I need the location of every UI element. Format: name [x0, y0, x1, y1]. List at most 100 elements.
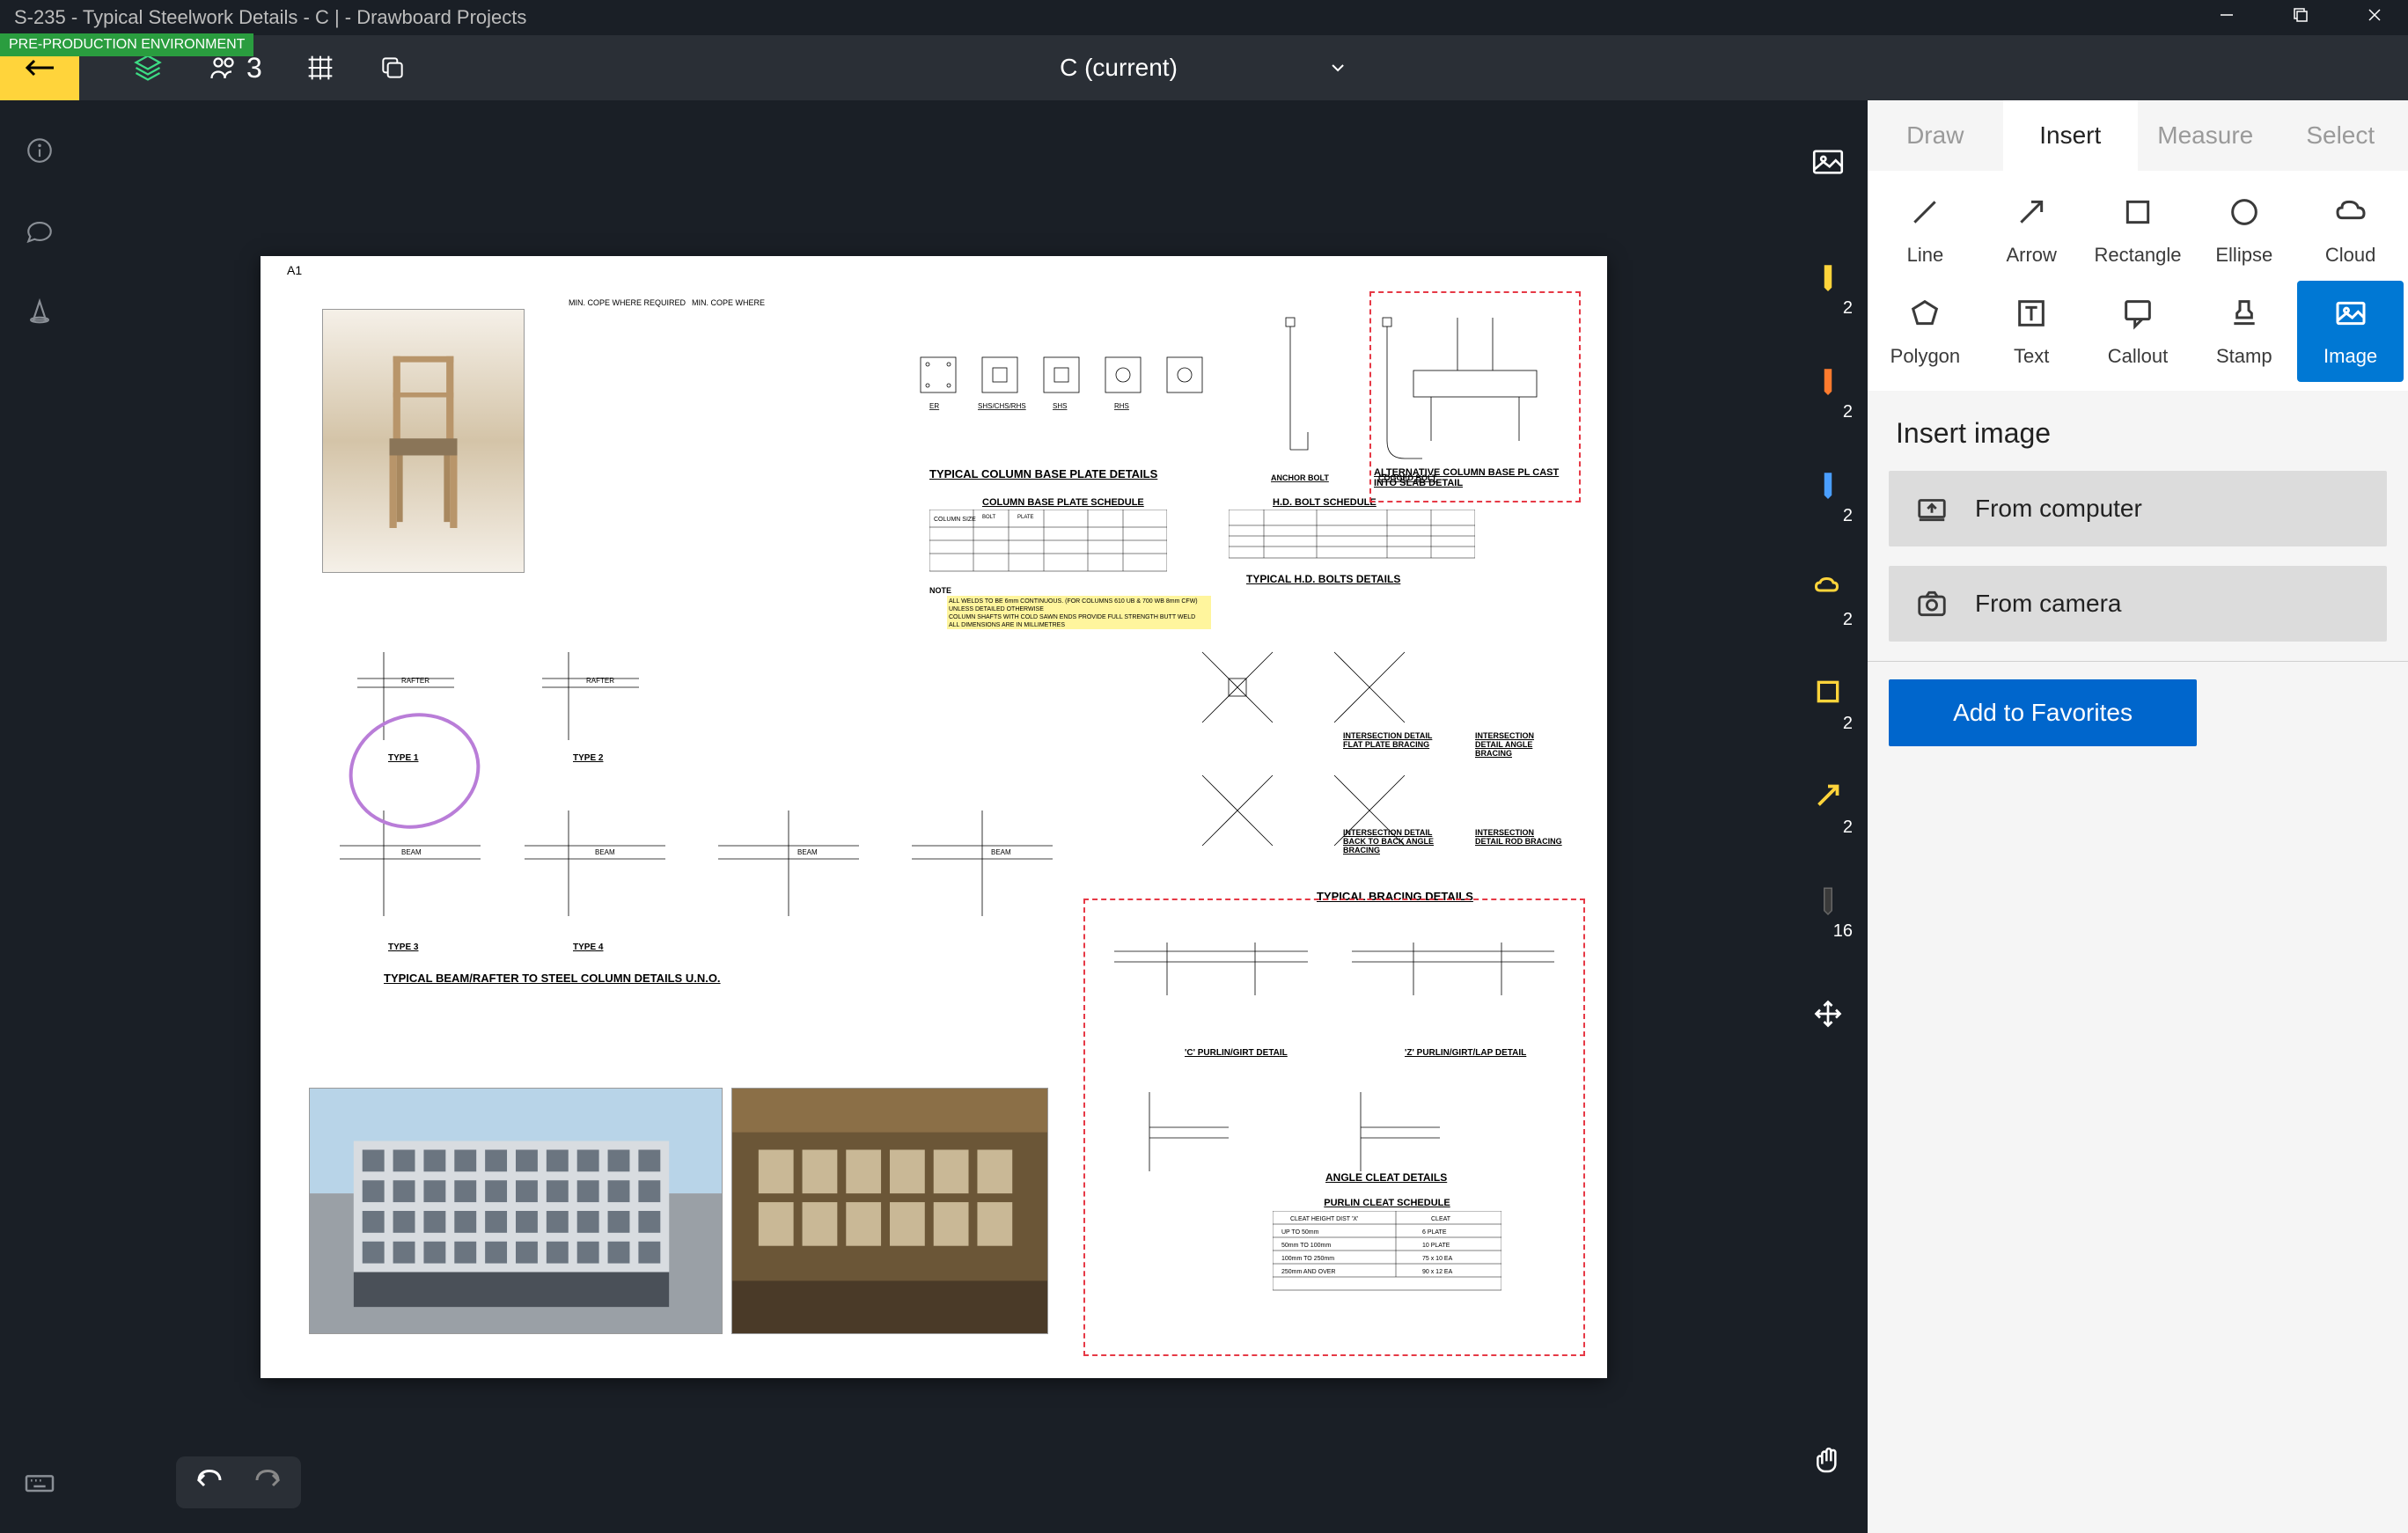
svg-text:BEAM: BEAM: [991, 848, 1011, 856]
tool-callout[interactable]: Callout: [2085, 281, 2191, 382]
tool-image[interactable]: Image: [2297, 281, 2404, 382]
stamp-icon: [2227, 296, 2262, 331]
title-hd-details: TYPICAL H.D. BOLTS DETAILS: [1246, 573, 1400, 585]
title-alt-base: ALTERNATIVE COLUMN BASE PL CAST INTO SLA…: [1374, 467, 1576, 488]
left-sidebar: [0, 100, 79, 1533]
computer-upload-icon: [1915, 492, 1949, 525]
grid-button[interactable]: [306, 54, 334, 82]
svg-text:SHS: SHS: [1053, 402, 1067, 410]
yellow-highlighter-tool[interactable]: 2: [1802, 250, 1854, 303]
document-selector[interactable]: C (current): [1060, 54, 1348, 82]
insert-image-title: Insert image: [1889, 391, 2387, 471]
insert-tool-grid: Line Arrow Rectangle Ellipse Cloud Polyg…: [1868, 171, 2408, 391]
svg-text:BEAM: BEAM: [401, 848, 422, 856]
panel-divider: [1868, 661, 2408, 662]
text-icon: [2014, 296, 2049, 331]
svg-text:ANCHOR BOLT: ANCHOR BOLT: [1271, 473, 1329, 482]
from-computer-button[interactable]: From computer: [1889, 471, 2387, 546]
black-pen-tool[interactable]: 16: [1802, 873, 1854, 926]
layers-button[interactable]: [132, 52, 164, 84]
svg-text:6 PLATE: 6 PLATE: [1422, 1229, 1447, 1236]
svg-text:RAFTER: RAFTER: [401, 677, 429, 685]
close-button[interactable]: [2355, 3, 2394, 33]
svg-text:RHS: RHS: [1114, 402, 1129, 410]
tool-arrow[interactable]: Arrow: [1979, 180, 2085, 281]
svg-text:90 x 12 EA: 90 x 12 EA: [1422, 1269, 1453, 1275]
yellow-arrow-tool[interactable]: 2: [1802, 769, 1854, 822]
cloud-icon: [2333, 194, 2368, 230]
title-angle-cleat: ANGLE CLEAT DETAILS: [1325, 1171, 1447, 1184]
people-count: 3: [246, 52, 262, 84]
svg-text:ER: ER: [929, 402, 939, 410]
svg-text:SHS/CHS/RHS: SHS/CHS/RHS: [978, 402, 1026, 410]
svg-text:COLUMN SIZE: COLUMN SIZE: [934, 517, 976, 523]
canvas-area[interactable]: A1 MIN.: [79, 100, 1788, 1533]
info-icon[interactable]: [25, 136, 55, 172]
title-bar: S-235 - Typical Steelwork Details - C | …: [0, 0, 2408, 35]
camera-icon: [1915, 587, 1949, 620]
maximize-button[interactable]: [2281, 3, 2320, 33]
inserted-image-chair[interactable]: [322, 309, 525, 573]
tool-text[interactable]: Text: [1979, 281, 2085, 382]
chevron-down-icon: [1327, 57, 1348, 78]
blue-pen-tool[interactable]: 2: [1802, 458, 1854, 510]
right-panel: Draw Insert Measure Select Line Arrow Re…: [1868, 100, 2408, 1533]
top-toolbar: PRE-PRODUCTION ENVIRONMENT 3 C (current): [0, 35, 2408, 100]
document-page[interactable]: A1 MIN.: [261, 256, 1607, 1378]
svg-text:75 x 10 EA: 75 x 10 EA: [1422, 1256, 1453, 1262]
panel-tabs: Draw Insert Measure Select: [1868, 100, 2408, 171]
cone-icon[interactable]: [25, 297, 55, 334]
from-camera-button[interactable]: From camera: [1889, 566, 2387, 642]
callout-icon: [2120, 296, 2155, 331]
tab-select[interactable]: Select: [2273, 100, 2408, 171]
undo-redo: [176, 1456, 301, 1508]
arrow-icon: [2014, 194, 2049, 230]
rectangle-icon: [2120, 194, 2155, 230]
title-col-base: TYPICAL COLUMN BASE PLATE DETAILS: [929, 467, 1157, 480]
tab-draw[interactable]: Draw: [1868, 100, 2003, 171]
hand-tool[interactable]: [1802, 1436, 1854, 1489]
svg-text:BEAM: BEAM: [797, 848, 818, 856]
title-hd-schedule: H.D. BOLT SCHEDULE: [1273, 497, 1377, 508]
image-tool-icon[interactable]: [1802, 136, 1854, 188]
annotation-strip: 2 2 2 2 2 2 16: [1788, 100, 1868, 1533]
tool-polygon[interactable]: Polygon: [1872, 281, 1979, 382]
title-col-schedule: COLUMN BASE PLATE SCHEDULE: [982, 497, 1144, 508]
svg-text:BOLT: BOLT: [982, 515, 996, 520]
yellow-rect-tool[interactable]: 2: [1802, 665, 1854, 718]
copy-button[interactable]: [378, 54, 407, 82]
tab-insert[interactable]: Insert: [2003, 100, 2139, 171]
move-tool[interactable]: [1802, 987, 1854, 1040]
svg-text:CLEAT: CLEAT: [1431, 1216, 1451, 1222]
svg-text:BEAM: BEAM: [595, 848, 615, 856]
yellow-cloud-tool[interactable]: 2: [1802, 561, 1854, 614]
svg-text:10 PLATE: 10 PLATE: [1422, 1243, 1450, 1249]
polygon-icon: [1907, 296, 1942, 331]
inserted-image-building[interactable]: [309, 1088, 723, 1334]
tool-ellipse[interactable]: Ellipse: [2191, 180, 2297, 281]
line-icon: [1907, 194, 1942, 230]
page-label: A1: [287, 263, 302, 277]
tool-cloud[interactable]: Cloud: [2297, 180, 2404, 281]
tool-rectangle[interactable]: Rectangle: [2085, 180, 2191, 281]
people-button[interactable]: 3: [208, 52, 262, 84]
window-controls: [2207, 3, 2394, 33]
minimize-button[interactable]: [2207, 3, 2246, 33]
environment-badge: PRE-PRODUCTION ENVIRONMENT: [0, 33, 253, 56]
keyboard-icon[interactable]: [22, 1464, 57, 1507]
add-to-favorites-button[interactable]: Add to Favorites: [1889, 679, 2197, 746]
svg-text:50mm TO 100mm: 50mm TO 100mm: [1281, 1243, 1331, 1249]
tool-line[interactable]: Line: [1872, 180, 1979, 281]
comment-icon[interactable]: [25, 216, 55, 253]
tab-measure[interactable]: Measure: [2138, 100, 2273, 171]
svg-text:PLATE: PLATE: [1017, 515, 1034, 520]
undo-button[interactable]: [194, 1467, 225, 1498]
tool-stamp[interactable]: Stamp: [2191, 281, 2297, 382]
svg-text:RAFTER: RAFTER: [586, 677, 614, 685]
svg-text:250mm AND OVER: 250mm AND OVER: [1281, 1269, 1335, 1275]
redo-button[interactable]: [252, 1467, 283, 1498]
svg-text:UP TO 50mm: UP TO 50mm: [1281, 1229, 1319, 1236]
inserted-image-interior[interactable]: [731, 1088, 1048, 1334]
title-beam-rafter: TYPICAL BEAM/RAFTER TO STEEL COLUMN DETA…: [384, 972, 721, 985]
orange-highlighter-tool[interactable]: 2: [1802, 354, 1854, 407]
